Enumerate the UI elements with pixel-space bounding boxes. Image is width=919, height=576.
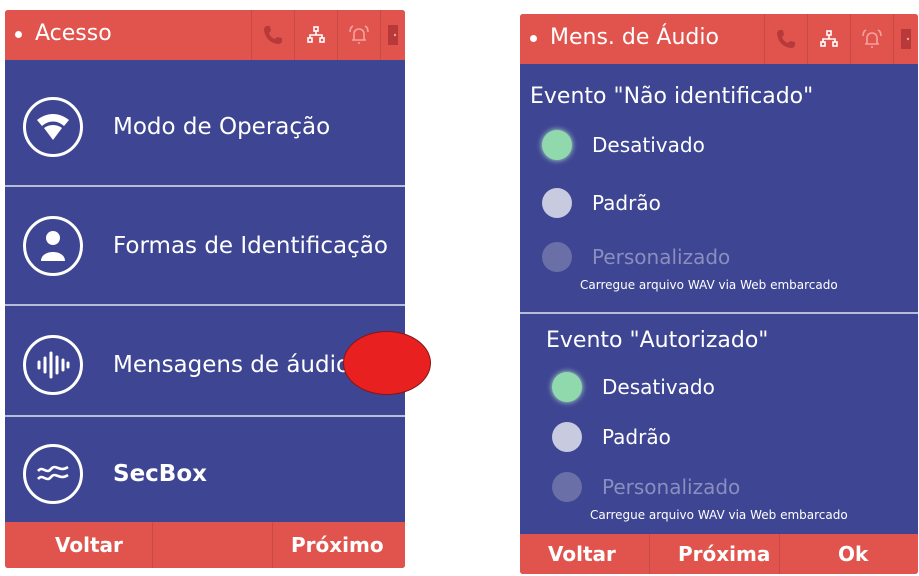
audio-messages-screen: Mens. de Áudio Evento "Não identificado"… bbox=[520, 14, 918, 574]
menu-item-label: Mensagens de áudio bbox=[113, 352, 351, 378]
red-marker-circle bbox=[343, 331, 431, 395]
radio-authorized-disabled[interactable]: Desativado bbox=[552, 372, 715, 402]
audio-wave-icon bbox=[23, 335, 83, 395]
next-button[interactable]: Próxima bbox=[650, 534, 780, 574]
bottom-bar-spacer bbox=[153, 522, 273, 568]
bottom-bar: Voltar Próxima Ok bbox=[520, 534, 918, 574]
ok-button[interactable]: Ok bbox=[780, 534, 918, 574]
menu-item-label: Formas de Identificação bbox=[113, 233, 388, 259]
section-title-unidentified: Evento "Não identificado" bbox=[530, 84, 814, 109]
radio-unidentified-custom: Personalizado bbox=[542, 242, 730, 272]
radio-label: Desativado bbox=[592, 133, 705, 157]
radio-unselected-icon[interactable] bbox=[552, 422, 582, 452]
radio-label: Personalizado bbox=[602, 475, 741, 499]
radio-label: Padrão bbox=[592, 191, 661, 215]
menu-item-secbox[interactable]: SecBox bbox=[5, 415, 405, 533]
status-icons bbox=[251, 10, 405, 60]
person-icon bbox=[23, 216, 83, 276]
menu-item-label: SecBox bbox=[113, 461, 207, 487]
radio-disabled-icon bbox=[552, 472, 582, 502]
status-bar: Acesso bbox=[5, 10, 405, 60]
secbox-wave-icon bbox=[23, 444, 83, 504]
radio-selected-icon[interactable] bbox=[542, 130, 572, 160]
screen-title: Acesso bbox=[35, 21, 112, 46]
upload-hint: Carregue arquivo WAV via Web embarcado bbox=[580, 278, 838, 292]
upload-hint: Carregue arquivo WAV via Web embarcado bbox=[590, 508, 848, 522]
section-title-authorized: Evento "Autorizado" bbox=[546, 328, 769, 353]
status-icons bbox=[764, 14, 918, 64]
network-icon bbox=[807, 14, 850, 64]
door-icon bbox=[893, 14, 918, 64]
phone-icon bbox=[251, 10, 294, 60]
screen-title: Mens. de Áudio bbox=[550, 25, 719, 50]
menu-item-operation-mode[interactable]: Modo de Operação bbox=[5, 68, 405, 186]
access-screen: Acesso Modo de Operação Formas de Identi… bbox=[5, 10, 405, 568]
status-bar: Mens. de Áudio bbox=[520, 14, 918, 64]
next-button[interactable]: Próximo bbox=[273, 522, 405, 568]
back-button[interactable]: Voltar bbox=[5, 522, 153, 568]
radio-label: Personalizado bbox=[592, 245, 731, 269]
menu-item-identification[interactable]: Formas de Identificação bbox=[5, 187, 405, 305]
radio-unselected-icon[interactable] bbox=[542, 188, 572, 218]
alarm-bell-icon bbox=[337, 10, 380, 60]
radio-label: Padrão bbox=[602, 425, 671, 449]
radio-unidentified-default[interactable]: Padrão bbox=[542, 188, 661, 218]
radio-label: Desativado bbox=[602, 375, 715, 399]
phone-icon bbox=[764, 14, 807, 64]
radio-disabled-icon bbox=[542, 242, 572, 272]
alarm-bell-icon bbox=[850, 14, 893, 64]
door-icon bbox=[380, 10, 405, 60]
radio-unidentified-disabled[interactable]: Desativado bbox=[542, 130, 705, 160]
radio-authorized-default[interactable]: Padrão bbox=[552, 422, 671, 452]
back-button[interactable]: Voltar bbox=[520, 534, 650, 574]
network-icon bbox=[294, 10, 337, 60]
wifi-fan-icon bbox=[23, 97, 83, 157]
radio-authorized-custom: Personalizado bbox=[552, 472, 740, 502]
divider bbox=[520, 312, 918, 314]
menu-item-label: Modo de Operação bbox=[113, 114, 331, 140]
title-dot-icon bbox=[530, 35, 537, 42]
title-dot-icon bbox=[15, 31, 22, 38]
bottom-bar: Voltar Próximo bbox=[5, 522, 405, 568]
radio-selected-icon[interactable] bbox=[552, 372, 582, 402]
